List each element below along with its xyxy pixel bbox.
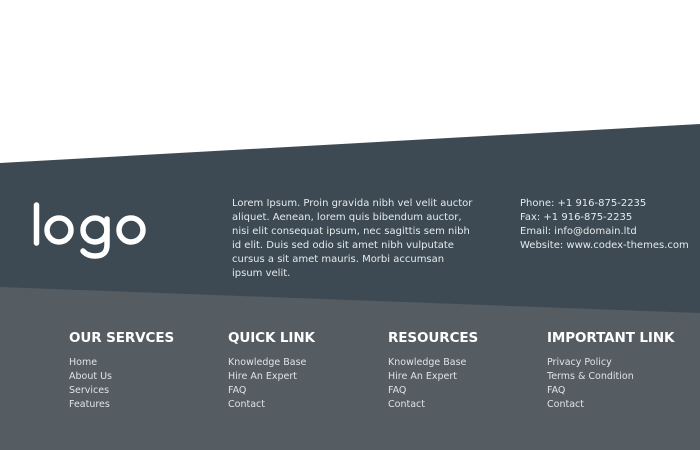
- footer-link-contact[interactable]: Contact: [547, 398, 697, 412]
- site-logo[interactable]: logo: [33, 202, 148, 260]
- contact-email[interactable]: Email: info@domain.ltd: [520, 225, 695, 239]
- contact-fax: Fax: +1 916-875-2235: [520, 212, 633, 223]
- footer-link-faq[interactable]: FAQ: [547, 384, 697, 398]
- footer-column-services: OUR SERVCES Home About Us Services Featu…: [69, 329, 219, 412]
- contact-website[interactable]: Website: www.codex-themes.com: [520, 239, 695, 253]
- footer-link-knowledge-base[interactable]: Knowledge Base: [228, 356, 378, 370]
- footer-link-hire-an-expert[interactable]: Hire An Expert: [228, 370, 378, 384]
- contact-info: Phone: +1 916-875-2235 Fax: +1 916-875-2…: [520, 197, 695, 253]
- column-title: IMPORTANT LINK: [547, 330, 675, 346]
- footer-link-features[interactable]: Features: [69, 398, 219, 412]
- about-text: Lorem Ipsum. Proin gravida nibh vel veli…: [232, 198, 473, 279]
- footer-link-about-us[interactable]: About Us: [69, 370, 219, 384]
- footer-link-privacy-policy[interactable]: Privacy Policy: [547, 356, 697, 370]
- footer-link-hire-an-expert[interactable]: Hire An Expert: [388, 370, 538, 384]
- link-list: Knowledge Base Hire An Expert FAQ Contac…: [388, 356, 538, 412]
- footer-page: logo Lorem Ipsum. Proin gravida nibh vel…: [0, 0, 700, 450]
- footer-link-knowledge-base[interactable]: Knowledge Base: [388, 356, 538, 370]
- footer-link-faq[interactable]: FAQ: [388, 384, 538, 398]
- logo-mark-icon: [33, 202, 146, 259]
- column-title: RESOURCES: [388, 330, 479, 346]
- link-list: Home About Us Services Features: [69, 356, 219, 412]
- footer-link-services[interactable]: Services: [69, 384, 219, 398]
- contact-phone: Phone: +1 916-875-2235: [520, 198, 647, 209]
- column-title: OUR SERVCES: [69, 330, 175, 346]
- footer-link-home[interactable]: Home: [69, 356, 219, 370]
- footer-link-contact[interactable]: Contact: [388, 398, 538, 412]
- column-title: QUICK LINK: [228, 330, 315, 346]
- footer-column-quick-link: QUICK LINK Knowledge Base Hire An Expert…: [228, 329, 378, 412]
- footer-link-terms-condition[interactable]: Terms & Condition: [547, 370, 697, 384]
- footer-link-contact[interactable]: Contact: [228, 398, 378, 412]
- link-list: Knowledge Base Hire An Expert FAQ Contac…: [228, 356, 378, 412]
- link-list: Privacy Policy Terms & Condition FAQ Con…: [547, 356, 697, 412]
- footer-link-faq[interactable]: FAQ: [228, 384, 378, 398]
- footer-column-important-link: IMPORTANT LINK Privacy Policy Terms & Co…: [547, 329, 697, 412]
- footer-column-resources: RESOURCES Knowledge Base Hire An Expert …: [388, 329, 538, 412]
